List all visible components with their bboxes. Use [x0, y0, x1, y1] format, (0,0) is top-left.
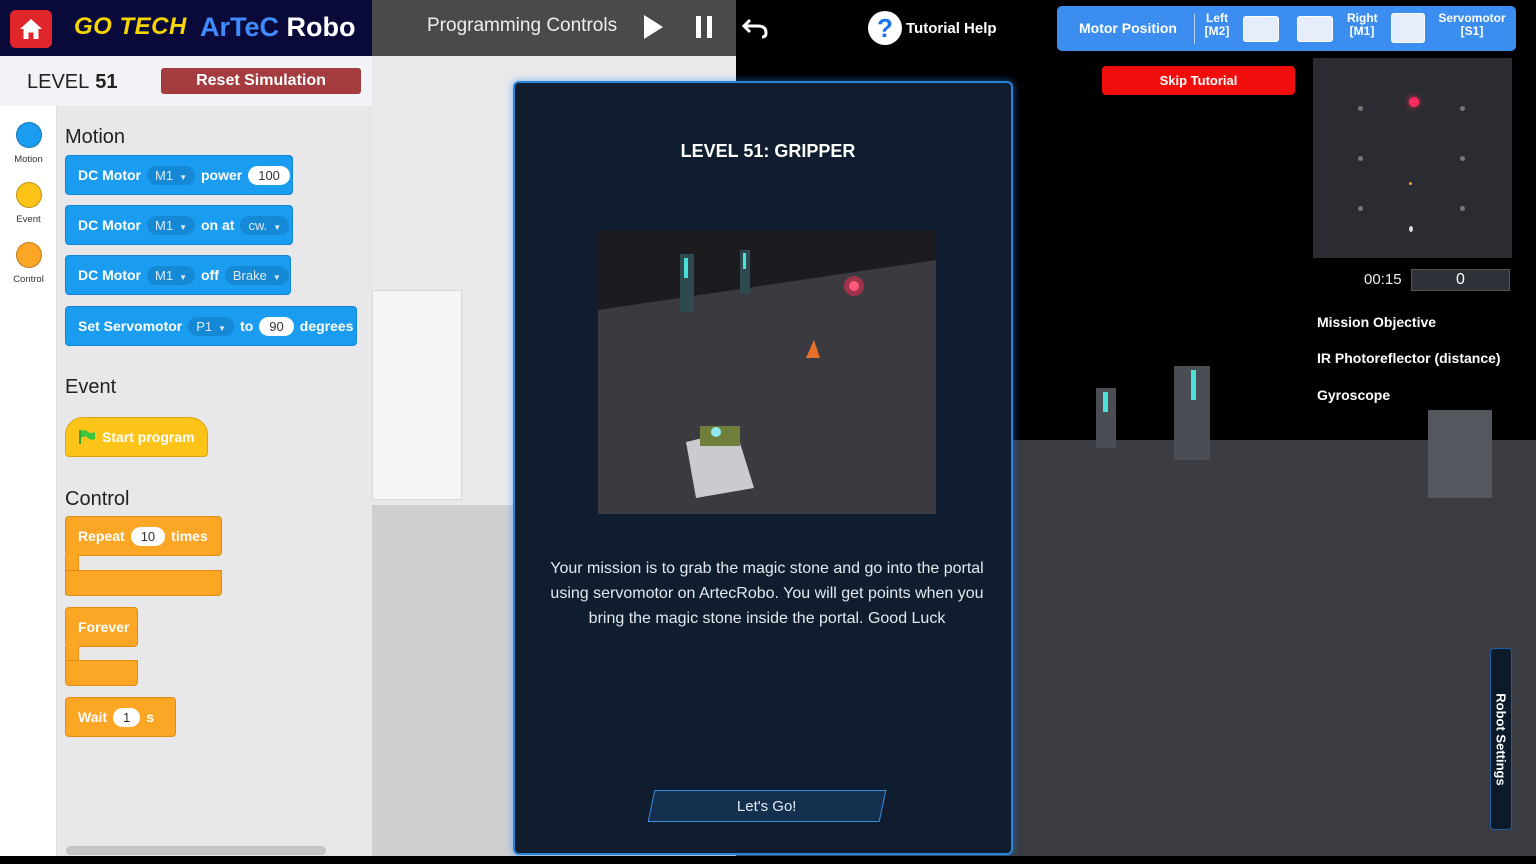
question-icon: ? [868, 11, 902, 45]
minimap-marker [1409, 182, 1412, 185]
minimap-marker [1460, 156, 1465, 161]
flag-icon [79, 430, 95, 444]
motor-dropdown[interactable]: M1 ▼ [147, 165, 195, 185]
level-preview-scene [598, 230, 936, 514]
wait-block[interactable]: Wait 1 s [65, 697, 176, 737]
level-preview-image [598, 230, 936, 514]
left-motor-label: Left [M2] [1204, 11, 1230, 38]
control-section-title: Control [65, 488, 130, 510]
undo-button[interactable] [740, 14, 770, 40]
divider [1194, 14, 1195, 44]
skip-tutorial-button[interactable]: Skip Tutorial [1102, 66, 1295, 95]
level-indicator: LEVEL 51 [27, 71, 118, 93]
minimap-marker [1358, 106, 1363, 111]
tutorial-help-label: Tutorial Help [906, 19, 997, 37]
tutorial-help-button[interactable]: ? Tutorial Help [868, 11, 997, 45]
portal-pillar [1428, 410, 1492, 498]
play-icon [644, 15, 663, 39]
wait-seconds-input[interactable]: 1 [113, 707, 141, 727]
power-input[interactable]: 100 [248, 165, 290, 185]
minimap [1313, 58, 1512, 258]
reset-simulation-button[interactable]: Reset Simulation [161, 68, 361, 94]
score-display: 0 [1411, 269, 1510, 291]
left-motor-icon[interactable] [1243, 16, 1279, 42]
dc-motor-on-block[interactable]: DC Motor M1 ▼ on at cw. ▼ [65, 205, 293, 245]
mission-objective-item[interactable]: Mission Objective [1317, 314, 1436, 330]
modal-title: LEVEL 51: GRIPPER [680, 141, 856, 161]
timer: 00:15 [1364, 271, 1402, 288]
robot-settings-label: Robot Settings [1493, 692, 1509, 786]
set-servomotor-block[interactable]: Set Servomotor P1 ▼ to 90 degrees [65, 306, 357, 346]
home-icon [20, 19, 42, 39]
dc-motor-power-block[interactable]: DC Motor M1 ▼ power 100 [65, 155, 293, 195]
servomotor-label: Servomotor [S1] [1438, 11, 1506, 38]
repeat-block-foot [65, 570, 222, 596]
gotech-logo: GO TECH [74, 13, 187, 40]
programming-controls-title: Programming Controls [427, 15, 618, 36]
palette-scrollbar[interactable] [66, 846, 326, 855]
repeat-count-input[interactable]: 10 [130, 526, 166, 546]
right-motor-icon[interactable] [1297, 16, 1333, 42]
minimap-marker [1460, 206, 1465, 211]
minimap-robot-marker [1409, 226, 1413, 232]
lets-go-button[interactable]: Let's Go! [647, 790, 887, 822]
bottom-edge [0, 856, 1536, 864]
motion-section-title: Motion [65, 126, 126, 148]
portal-pillar [1174, 366, 1210, 460]
minimap-marker [1409, 97, 1419, 107]
portal-pillar [372, 290, 462, 500]
home-button[interactable] [10, 10, 52, 48]
event-section-title: Event [65, 376, 117, 398]
forever-block-foot [65, 660, 138, 686]
degrees-input[interactable]: 90 [259, 316, 294, 336]
gyroscope-item[interactable]: Gyroscope [1317, 387, 1390, 403]
minimap-marker [1460, 106, 1465, 111]
pause-icon [696, 16, 712, 38]
category-event[interactable]: Event [0, 182, 57, 225]
motor-dropdown[interactable]: M1 ▼ [147, 265, 195, 285]
control-category-icon [15, 242, 42, 268]
undo-icon [741, 18, 768, 39]
event-category-icon [15, 182, 42, 208]
play-button[interactable] [641, 13, 665, 41]
minimap-marker [1358, 206, 1363, 211]
servo-port-dropdown[interactable]: P1 ▼ [188, 316, 235, 336]
pause-button[interactable] [693, 14, 715, 40]
direction-dropdown[interactable]: cw. ▼ [240, 215, 290, 235]
category-motion[interactable]: Motion [0, 122, 57, 165]
motor-position-panel: Motor Position Left [M2] Right [M1] Servom… [1057, 6, 1516, 51]
portal-pillar [1096, 388, 1116, 448]
motor-position-title: Motor Position [1079, 20, 1177, 36]
dc-motor-off-block[interactable]: DC Motor M1 ▼ off Brake ▼ [65, 255, 291, 295]
minimap-marker [1358, 156, 1363, 161]
artecrobo-logo: ArTeC Robo [200, 12, 356, 42]
motion-category-icon [15, 122, 42, 148]
stop-mode-dropdown[interactable]: Brake ▼ [224, 265, 289, 285]
ir-photoreflector-item[interactable]: IR Photoreflector (distance) [1317, 350, 1501, 366]
forever-block[interactable]: Forever [65, 607, 138, 647]
category-control[interactable]: Control [0, 242, 57, 285]
right-motor-label: Right [M1] [1347, 11, 1378, 38]
motor-dropdown[interactable]: M1 ▼ [147, 215, 195, 235]
start-program-block[interactable]: Start program [65, 417, 208, 457]
repeat-block[interactable]: Repeat 10 times [65, 516, 222, 556]
mission-description: Your mission is to grab the magic stone … [550, 560, 984, 627]
servomotor-icon[interactable] [1391, 13, 1425, 43]
